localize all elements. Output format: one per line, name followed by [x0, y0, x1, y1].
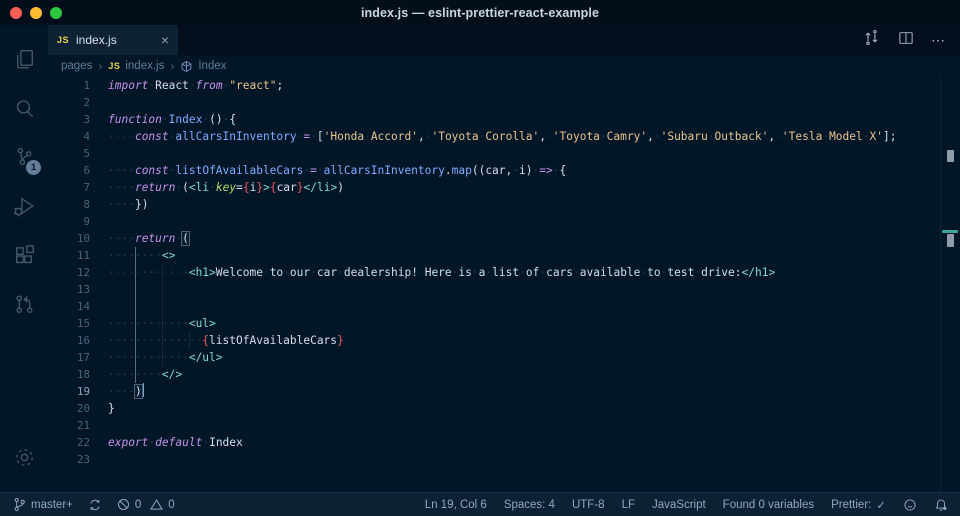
indent-guide — [189, 332, 190, 349]
title-bar: index.js — eslint-prettier-react-example — [0, 0, 960, 25]
language-mode[interactable]: JavaScript — [652, 499, 706, 511]
scrollbar-decoration — [942, 230, 958, 233]
code-line[interactable]: 16··············{listOfAvailableCars} — [48, 332, 960, 349]
breadcrumb-separator: › — [170, 59, 174, 73]
code-line[interactable]: 17············</ul> — [48, 349, 960, 366]
code-line[interactable]: 10····return·( — [48, 230, 960, 247]
breadcrumb-separator: › — [98, 59, 102, 73]
code-line[interactable]: 9 — [48, 213, 960, 230]
source-control-icon[interactable]: 1 — [0, 133, 48, 182]
search-icon[interactable] — [0, 84, 48, 133]
scrollbar-decoration — [947, 150, 954, 162]
line-number: 11 — [48, 247, 90, 264]
code-line[interactable]: 4····const·allCarsInInventory·=·['Honda·… — [48, 128, 960, 145]
run-debug-icon[interactable] — [0, 182, 48, 231]
prettier-status[interactable]: Prettier: ✓ — [831, 498, 886, 512]
line-number: 1 — [48, 77, 90, 94]
line-number: 7 — [48, 179, 90, 196]
code-line[interactable]: 7····return·(<li·key={i}>{car}</li>) — [48, 179, 960, 196]
line-number: 21 — [48, 417, 90, 434]
code-line[interactable]: 5 — [48, 145, 960, 162]
window-title: index.js — eslint-prettier-react-example — [0, 6, 960, 20]
vscode-window: index.js — eslint-prettier-react-example… — [0, 0, 960, 516]
github-pull-requests-icon[interactable] — [0, 280, 48, 329]
code-line[interactable]: 22export·default·Index — [48, 434, 960, 451]
status-bar: master+ 0 0 Ln 19, Col 6 Spaces: 4 UTF-8… — [0, 492, 960, 516]
line-number: 19 — [48, 383, 90, 400]
javascript-file-icon: JS — [57, 35, 69, 45]
breadcrumb: pages › JS index.js › Index — [48, 55, 960, 77]
feedback-icon[interactable] — [903, 498, 917, 512]
tab-bar: JS index.js × ⋯ — [48, 25, 960, 55]
code-line[interactable]: 8····}) — [48, 196, 960, 213]
line-number: 14 — [48, 298, 90, 315]
indentation-setting[interactable]: Spaces: 4 — [504, 499, 555, 511]
encoding-setting[interactable]: UTF-8 — [572, 499, 605, 511]
eol-setting[interactable]: LF — [622, 499, 635, 511]
code-line[interactable]: 3function·Index·()·{ — [48, 111, 960, 128]
line-number: 10 — [48, 230, 90, 247]
tab-index-js[interactable]: JS index.js × — [48, 25, 178, 55]
code-line[interactable]: 23 — [48, 451, 960, 468]
line-number: 18 — [48, 366, 90, 383]
error-count: 0 — [135, 499, 141, 511]
settings-gear-icon[interactable] — [0, 433, 48, 482]
open-changes-icon[interactable] — [862, 28, 881, 52]
breadcrumb-symbol[interactable]: Index — [180, 60, 226, 73]
breadcrumb-file[interactable]: JS index.js — [108, 60, 164, 72]
line-number: 4 — [48, 128, 90, 145]
code-line[interactable]: 20} — [48, 400, 960, 417]
code-line[interactable]: 6····const·listOfAvailableCars·=·allCars… — [48, 162, 960, 179]
code-line[interactable]: 1import·React·from·"react"; — [48, 77, 960, 94]
code-line[interactable]: 14 — [48, 298, 960, 315]
line-number: 5 — [48, 145, 90, 162]
line-number: 3 — [48, 111, 90, 128]
line-number: 8 — [48, 196, 90, 213]
more-actions-icon[interactable]: ⋯ — [931, 32, 946, 49]
breadcrumb-folder[interactable]: pages — [61, 60, 92, 72]
tab-label: index.js — [76, 33, 154, 47]
indent-guide — [135, 247, 136, 383]
line-number: 15 — [48, 315, 90, 332]
branch-indicator[interactable]: master+ — [13, 497, 73, 512]
code-line[interactable]: 21 — [48, 417, 960, 434]
extensions-icon[interactable] — [0, 231, 48, 280]
line-number: 13 — [48, 281, 90, 298]
code-line[interactable]: 19····) — [48, 383, 960, 400]
line-number: 17 — [48, 349, 90, 366]
code-line[interactable]: 15············<ul> — [48, 315, 960, 332]
line-number: 9 — [48, 213, 90, 230]
split-editor-icon[interactable] — [897, 29, 915, 52]
activity-bar: 1 — [0, 25, 48, 492]
sync-changes-button[interactable] — [88, 498, 102, 512]
code-line[interactable]: 18········</> — [48, 366, 960, 383]
line-number: 12 — [48, 264, 90, 281]
code-editor[interactable]: 1import·React·from·"react";23function·In… — [48, 77, 960, 492]
scrollbar-decoration — [947, 234, 954, 247]
overview-ruler-border — [940, 77, 941, 492]
line-number: 2 — [48, 94, 90, 111]
javascript-file-icon: JS — [108, 61, 120, 71]
line-number: 6 — [48, 162, 90, 179]
line-number: 23 — [48, 451, 90, 468]
warning-count: 0 — [168, 499, 174, 511]
indent-guide — [162, 264, 163, 366]
editor-actions: ⋯ — [862, 25, 960, 55]
code-line[interactable]: 13 — [48, 281, 960, 298]
notifications-bell-icon[interactable] — [934, 498, 948, 512]
line-number: 16 — [48, 332, 90, 349]
check-icon: ✓ — [876, 498, 886, 512]
code-line[interactable]: 11········<> — [48, 247, 960, 264]
line-number: 20 — [48, 400, 90, 417]
text-cursor — [143, 383, 145, 397]
code-line[interactable]: 2 — [48, 94, 960, 111]
variables-found-status[interactable]: Found 0 variables — [723, 499, 814, 511]
line-number: 22 — [48, 434, 90, 451]
tab-close-icon[interactable]: × — [161, 33, 169, 47]
cursor-position[interactable]: Ln 19, Col 6 — [425, 499, 487, 511]
code-line[interactable]: 12············<h1>Welcome·to·our·car·dea… — [48, 264, 960, 281]
source-control-badge: 1 — [26, 160, 41, 175]
problems-indicator[interactable]: 0 0 — [117, 498, 175, 511]
explorer-icon[interactable] — [0, 35, 48, 84]
